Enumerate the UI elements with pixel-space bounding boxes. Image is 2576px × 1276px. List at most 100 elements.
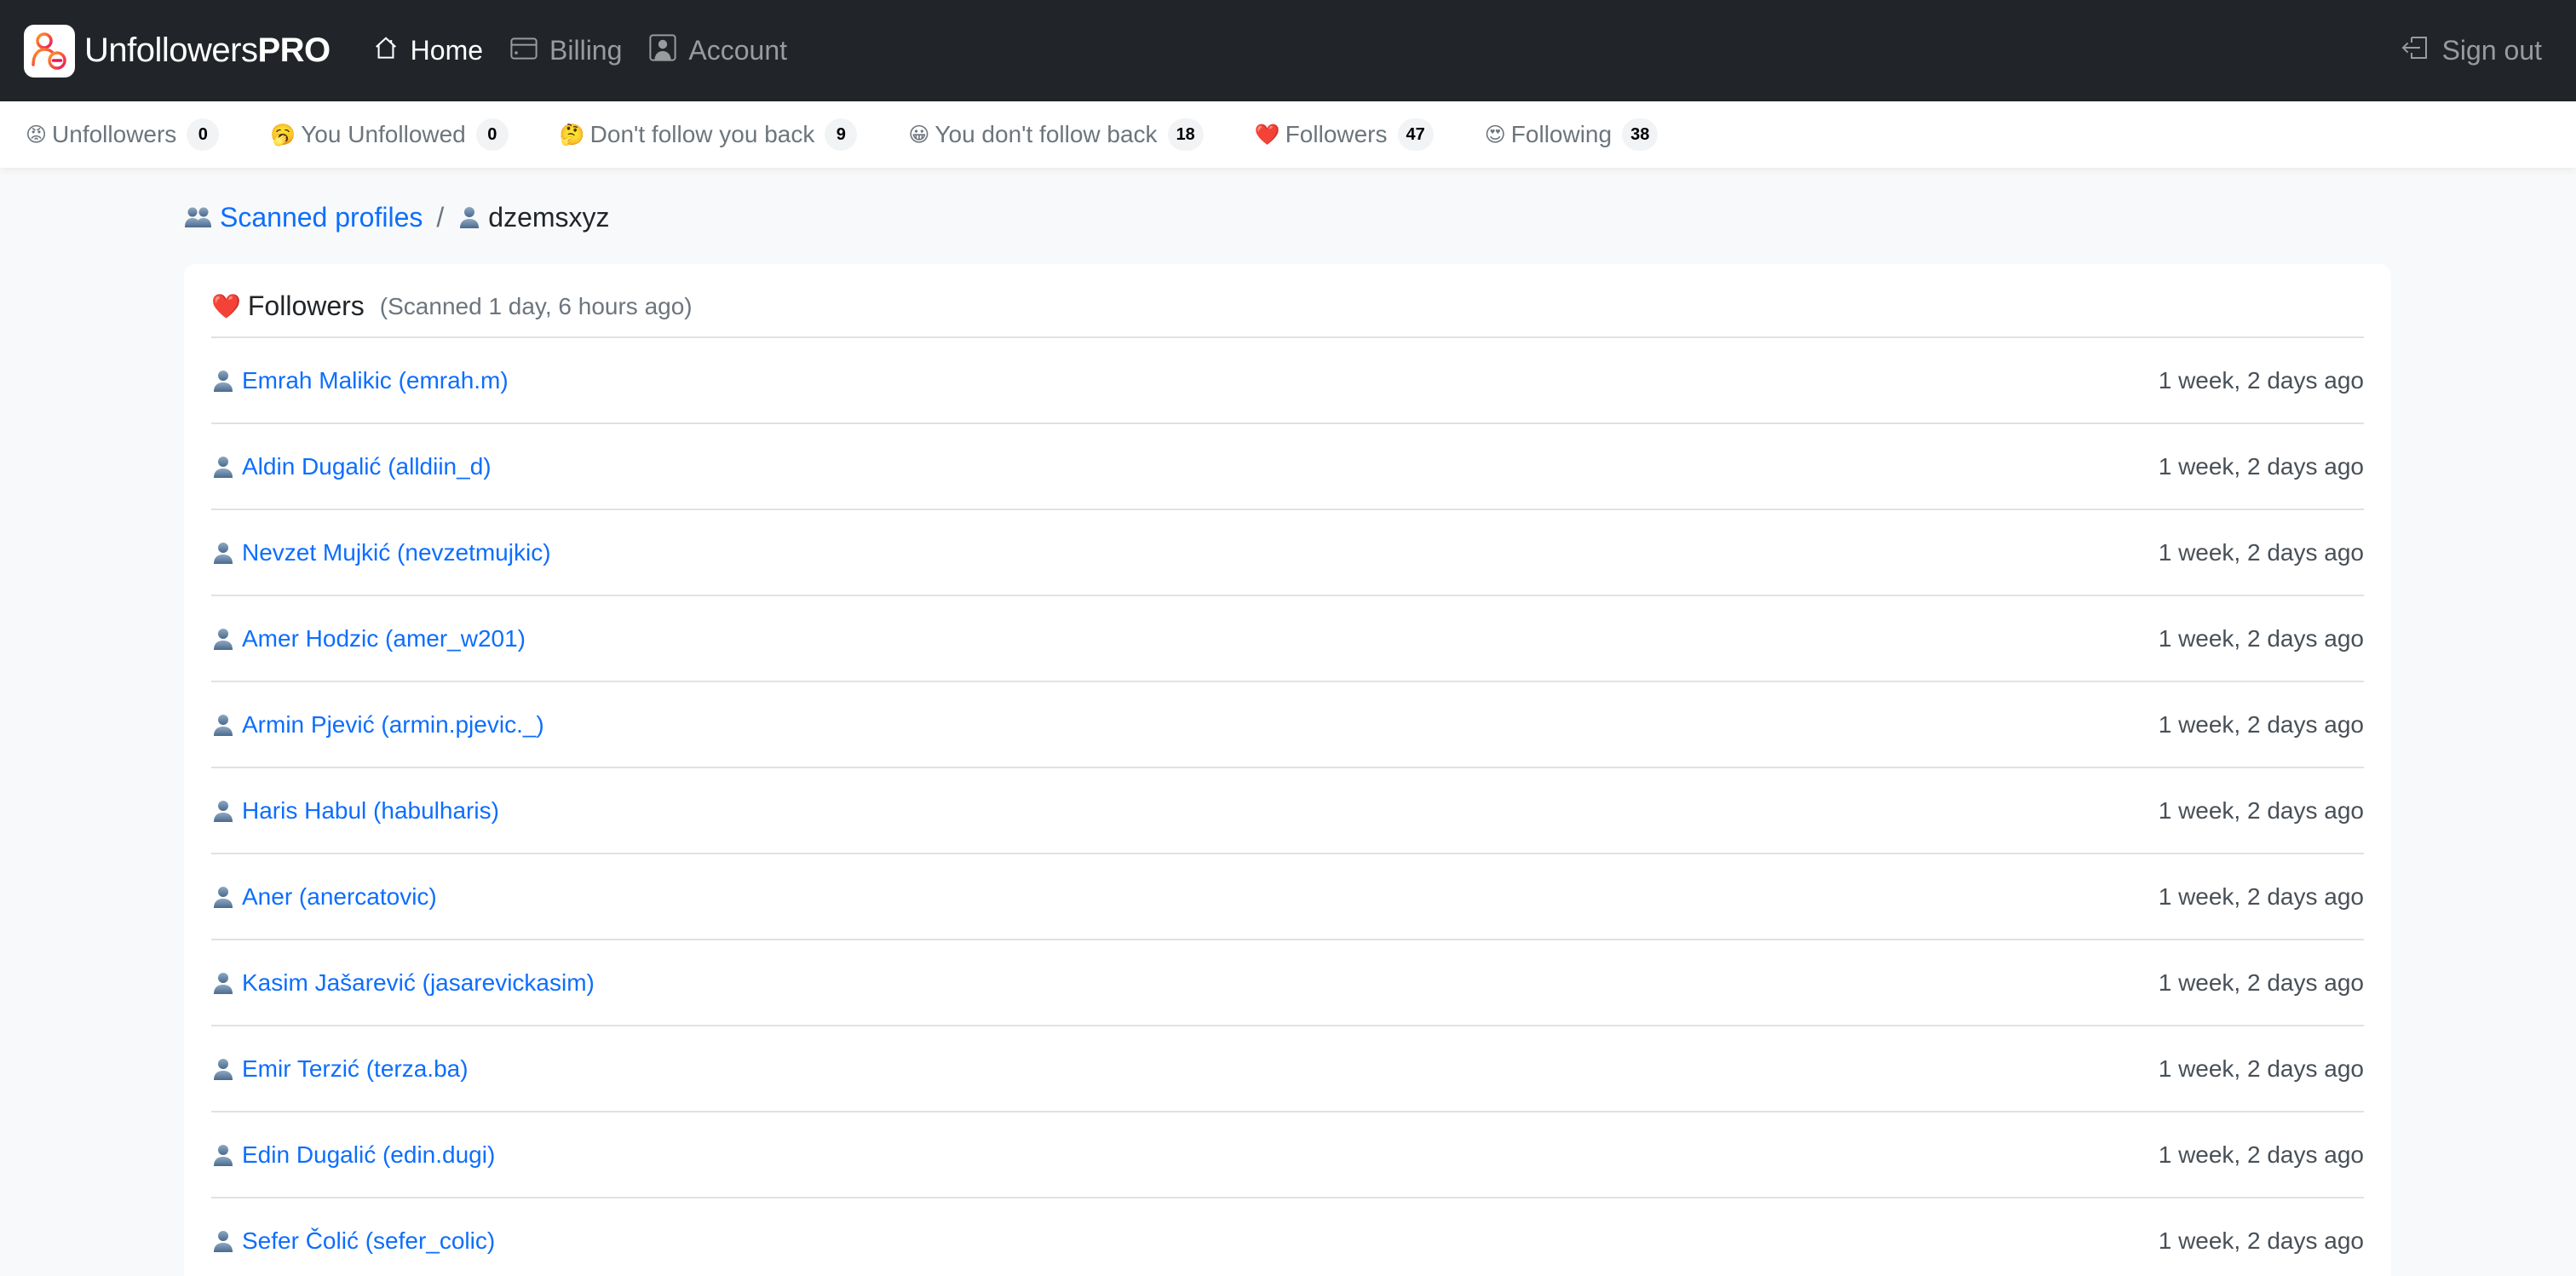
person-icon [211,455,235,479]
follower-name: Nevzet Mujkić (nevzetmujkic) [242,538,551,566]
breadcrumb-current-label: dzemsxyz [488,201,610,233]
follower-since: 1 week, 2 days ago [2158,366,2364,394]
follower-row: Edin Dugalić (edin.dugi) 1 week, 2 days … [211,1112,2364,1198]
follower-row: Kasim Jašarević (jasarevickasim) 1 week,… [211,940,2364,1026]
sign-out-button[interactable]: Sign out [2401,0,2542,101]
stat-you-dont-follow-back[interactable]: 😀 You don't follow back 18 [908,118,1204,151]
nav-account-link[interactable]: Account [649,33,788,68]
grinning-face-icon: 😀 [908,123,930,147]
credit-card-icon [510,35,549,66]
yawning-face-icon: 🥱 [270,123,296,147]
follower-profile-link[interactable]: Emir Terzić (terza.ba) [211,1055,469,1083]
card-title-label: Followers [247,290,365,321]
follower-profile-link[interactable]: Armin Pjević (armin.pjevic._) [211,711,544,739]
stat-label: You Unfollowed [301,121,466,147]
follower-row: Aldin Dugalić (alldiin_d) 1 week, 2 days… [211,424,2364,510]
follower-since: 1 week, 2 days ago [2158,882,2364,910]
follower-profile-link[interactable]: Aldin Dugalić (alldiin_d) [211,453,492,480]
followers-list: Emrah Malikic (emrah.m) 1 week, 2 days a… [211,338,2364,1276]
person-icon [457,205,481,229]
nav-home-link[interactable]: Home [373,35,483,67]
person-icon [211,885,235,909]
follower-name: Aner (anercatovic) [242,882,437,910]
top-navbar: UnfollowersPRO Home Billing Account Sign… [0,0,2576,101]
follower-profile-link[interactable]: Kasim Jašarević (jasarevickasim) [211,969,595,997]
nav-links: Home Billing Account [373,33,814,68]
follower-profile-link[interactable]: Emrah Malikic (emrah.m) [211,367,509,394]
person-icon [211,541,235,565]
follower-row: Sefer Čolić (sefer_colic) 1 week, 2 days… [211,1198,2364,1276]
follower-profile-link[interactable]: Amer Hodzic (amer_w201) [211,625,526,652]
person-square-icon [649,33,688,68]
follower-profile-link[interactable]: Haris Habul (habulharis) [211,797,499,825]
person-icon [211,627,235,651]
count-badge: 38 [1622,118,1659,151]
stat-label: Following [1510,121,1613,147]
scan-time: (Scanned 1 day, 6 hours ago) [379,292,693,319]
stat-label: Followers [1285,121,1388,147]
followers-card: ❤️ Followers (Scanned 1 day, 6 hours ago… [184,264,2391,1276]
follower-row: Armin Pjević (armin.pjevic._) 1 week, 2 … [211,682,2364,768]
breadcrumb-scanned-profiles[interactable]: Scanned profiles [184,202,423,233]
follower-since: 1 week, 2 days ago [2158,968,2364,996]
follower-row: Emrah Malikic (emrah.m) 1 week, 2 days a… [211,338,2364,424]
nav-billing-label: Billing [549,35,623,66]
person-icon [211,369,235,393]
count-badge: 47 [1397,118,1434,151]
red-heart-icon: ❤️ [1254,123,1280,147]
follower-row: Haris Habul (habulharis) 1 week, 2 days … [211,768,2364,854]
follower-name: Kasim Jašarević (jasarevickasim) [242,968,595,996]
stat-label: Unfollowers [52,121,177,147]
follower-name: Sefer Čolić (sefer_colic) [242,1227,496,1254]
person-icon [211,971,235,995]
nav-billing-link[interactable]: Billing [510,35,622,66]
breadcrumb-separator: / [436,201,445,233]
heart-eyes-face-icon: 😍 [1484,123,1506,147]
stat-unfollowers[interactable]: 😡 Unfollowers 0 [26,118,220,151]
follower-row: Emir Terzić (terza.ba) 1 week, 2 days ag… [211,1026,2364,1112]
count-badge: 18 [1167,118,1204,151]
follower-profile-link[interactable]: Aner (anercatovic) [211,883,437,911]
follower-name: Haris Habul (habulharis) [242,796,499,824]
follower-name: Amer Hodzic (amer_w201) [242,624,526,652]
thinking-face-icon: 🤔 [559,123,585,147]
card-header: ❤️ Followers (Scanned 1 day, 6 hours ago… [211,264,2364,338]
follower-since: 1 week, 2 days ago [2158,624,2364,652]
follower-name: Emrah Malikic (emrah.m) [242,366,509,394]
follower-name: Aldin Dugalić (alldiin_d) [242,452,492,480]
stat-label: You don't follow back [934,121,1158,147]
nav-account-label: Account [688,35,788,66]
person-icon [211,1229,235,1253]
person-icon [211,1057,235,1081]
person-icon [211,1143,235,1167]
breadcrumb: Scanned profiles / dzemsxyz [184,196,610,239]
follower-row: Nevzet Mujkić (nevzetmujkic) 1 week, 2 d… [211,510,2364,596]
follower-profile-link[interactable]: Edin Dugalić (edin.dugi) [211,1141,495,1169]
follower-name: Edin Dugalić (edin.dugi) [242,1141,496,1168]
brand-link[interactable]: UnfollowersPRO [24,24,331,78]
stat-followers[interactable]: ❤️ Followers 47 [1255,118,1434,151]
count-badge: 9 [825,118,858,151]
follower-row: Amer Hodzic (amer_w201) 1 week, 2 days a… [211,596,2364,682]
card-title: ❤️ Followers [211,290,365,322]
sign-out-label: Sign out [2441,35,2542,66]
count-badge: 0 [187,118,220,151]
person-icon [211,799,235,823]
unfollowerspro-logo-icon [24,24,75,78]
stat-you-unfollowed[interactable]: 🥱 You Unfollowed 0 [270,118,509,151]
follower-since: 1 week, 2 days ago [2158,710,2364,738]
stat-dont-follow-you-back[interactable]: 🤔 Don't follow you back 9 [560,118,858,151]
person-icon [211,713,235,737]
brand-name: UnfollowersPRO [84,32,331,69]
box-arrow-left-icon [2401,35,2442,66]
stats-bar: 😡 Unfollowers 0 🥱 You Unfollowed 0 🤔 Don… [0,101,2576,168]
count-badge: 0 [475,118,509,151]
nav-home-label: Home [410,35,484,66]
follower-profile-link[interactable]: Sefer Čolić (sefer_colic) [211,1227,495,1255]
people-icon [184,205,213,229]
house-icon [373,35,411,67]
follower-profile-link[interactable]: Nevzet Mujkić (nevzetmujkic) [211,539,551,566]
breadcrumb-current: dzemsxyz [457,201,610,233]
stat-following[interactable]: 😍 Following 38 [1485,118,1659,151]
follower-since: 1 week, 2 days ago [2158,1227,2364,1254]
